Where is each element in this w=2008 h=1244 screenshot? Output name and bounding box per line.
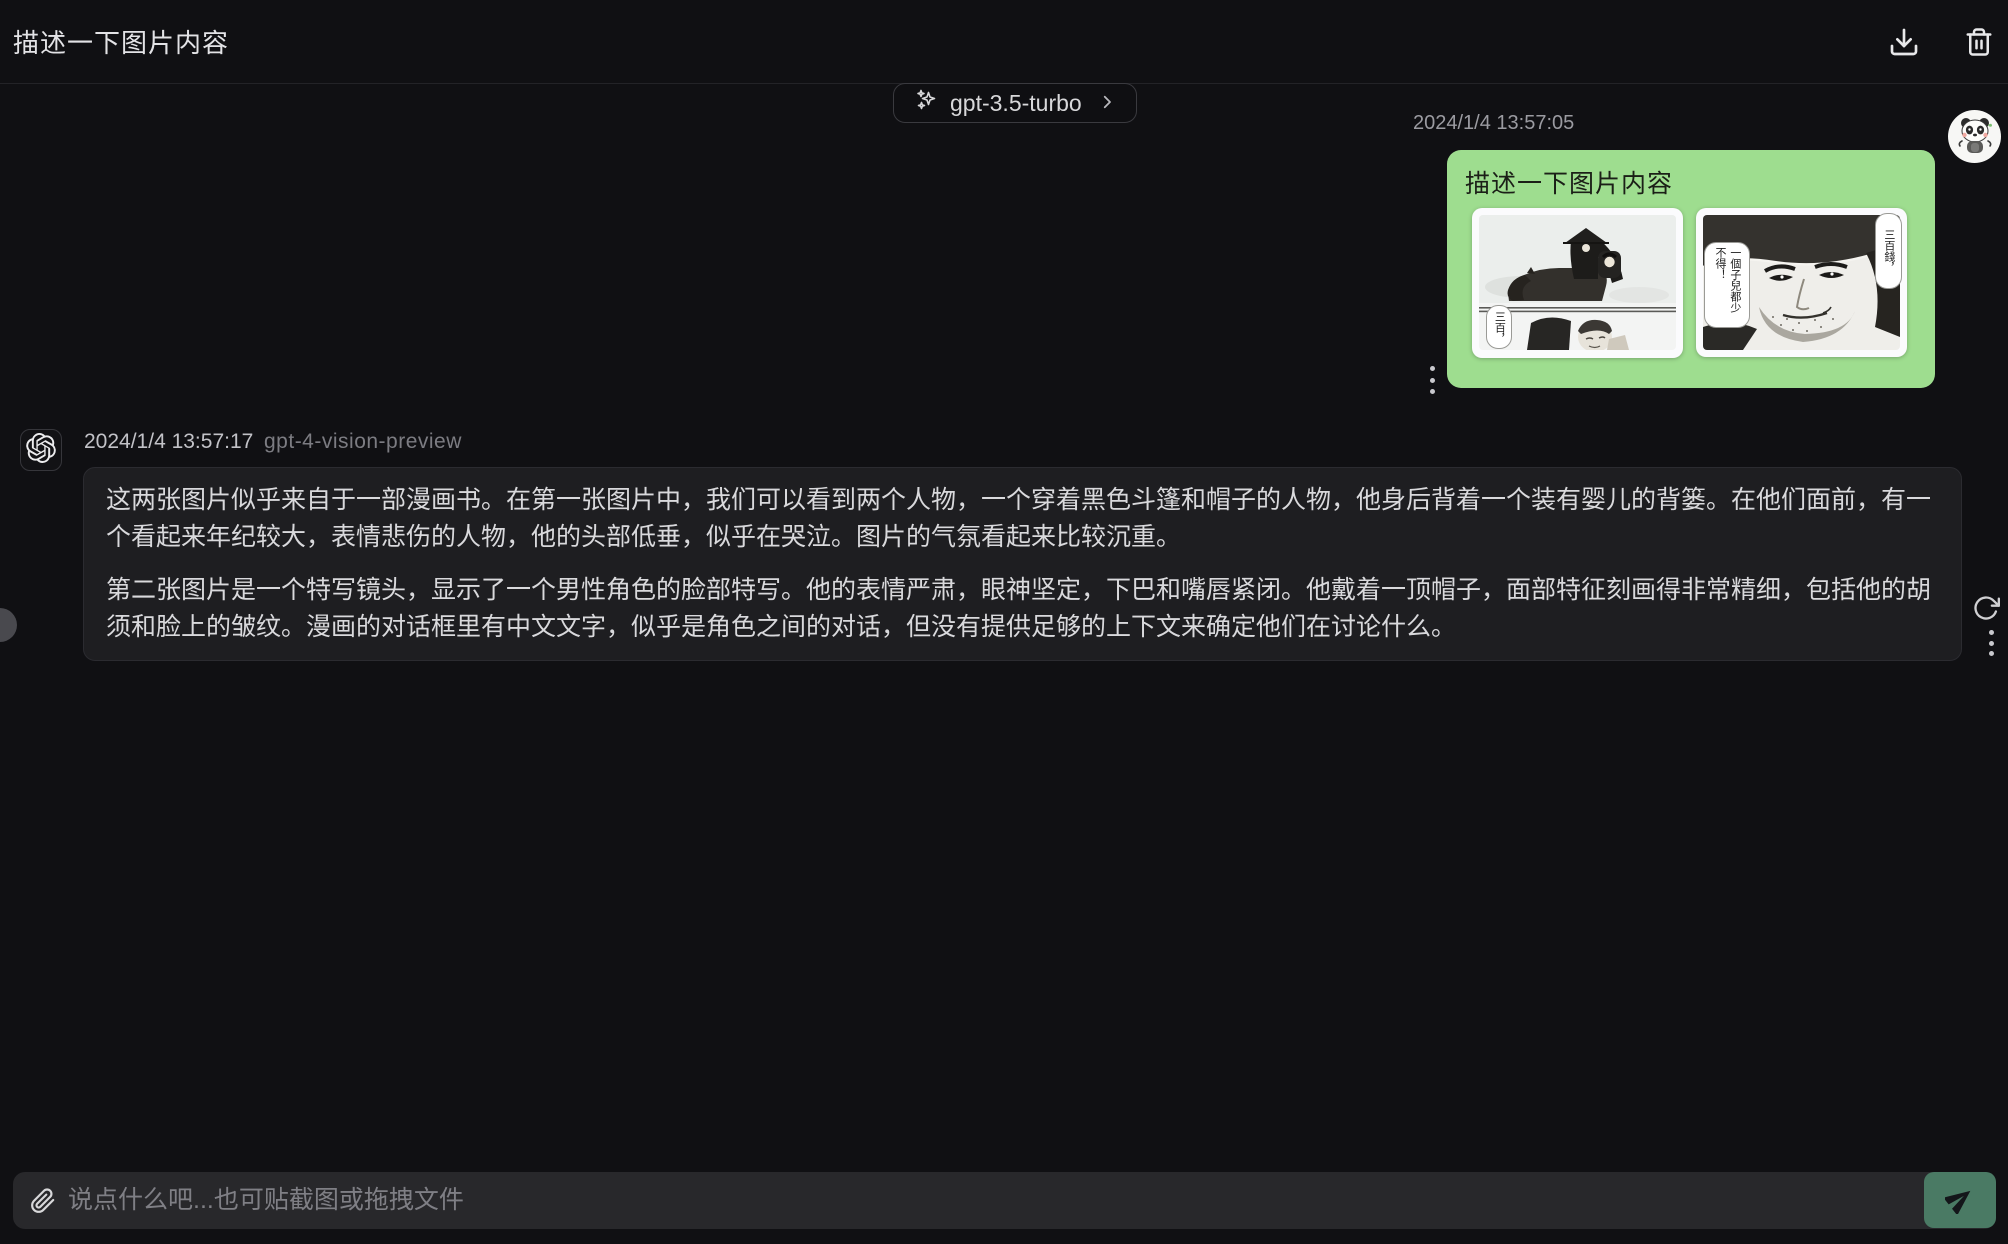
attached-image-1[interactable]: 三百， (1472, 208, 1683, 358)
header-actions (1888, 0, 1994, 84)
user-message-timestamp: 2024/1/4 13:57:05 (1413, 112, 1574, 135)
user-message-text: 描述一下图片内容 (1465, 164, 1917, 200)
assistant-avatar (20, 429, 62, 471)
sparkles-icon (914, 88, 938, 118)
assistant-message-actions-button[interactable] (1984, 630, 1998, 656)
refresh-icon (1972, 594, 2000, 622)
attached-image-2[interactable]: 三百錢， 一個子兒都少不得！ (1696, 208, 1907, 357)
sidebar-drag-handle[interactable] (0, 608, 17, 642)
page-title: 描述一下图片内容 (13, 23, 229, 60)
trash-icon (1964, 26, 1994, 58)
speech-bubble-text: 一個子兒都少不得！ (1704, 242, 1750, 328)
assistant-message-bubble: 这两张图片似乎来自于一部漫画书。在第一张图片中，我们可以看到两个人物，一个穿着黑… (83, 467, 1962, 661)
export-button[interactable] (1888, 26, 1920, 58)
user-avatar (1948, 110, 2001, 163)
model-selector[interactable]: gpt-3.5-turbo (893, 83, 1137, 123)
panda-avatar-icon (1952, 111, 1998, 162)
user-message-bubble: 描述一下图片内容 (1447, 150, 1935, 388)
header: 描述一下图片内容 (0, 0, 2008, 84)
assistant-paragraph: 这两张图片似乎来自于一部漫画书。在第一张图片中，我们可以看到两个人物，一个穿着黑… (106, 482, 1939, 556)
attach-file-button[interactable] (30, 1188, 56, 1214)
assistant-message-timestamp: 2024/1/4 13:57:17 (84, 430, 253, 454)
openai-logo-icon (26, 433, 56, 468)
speech-bubble-text: 三百錢， (1875, 213, 1902, 289)
paper-plane-icon (1945, 1184, 1975, 1217)
download-icon (1888, 26, 1920, 58)
chevron-right-icon (1098, 90, 1116, 117)
assistant-paragraph: 第二张图片是一个特写镜头，显示了一个男性角色的脸部特写。他的表情严肃，眼神坚定，… (106, 572, 1939, 646)
delete-chat-button[interactable] (1964, 26, 1994, 58)
chat-input[interactable] (68, 1186, 1906, 1215)
paperclip-icon (30, 1188, 56, 1214)
user-message-actions-button[interactable] (1424, 366, 1440, 394)
chat-window: 描述一下图片内容 (0, 0, 2008, 1244)
speech-bubble-text: 三百， (1486, 305, 1512, 349)
send-button[interactable] (1924, 1172, 1996, 1228)
composer-bar (13, 1172, 1996, 1229)
assistant-model-name: gpt-4-vision-preview (264, 430, 462, 454)
regenerate-button[interactable] (1972, 594, 2000, 622)
model-selector-label: gpt-3.5-turbo (950, 90, 1082, 117)
